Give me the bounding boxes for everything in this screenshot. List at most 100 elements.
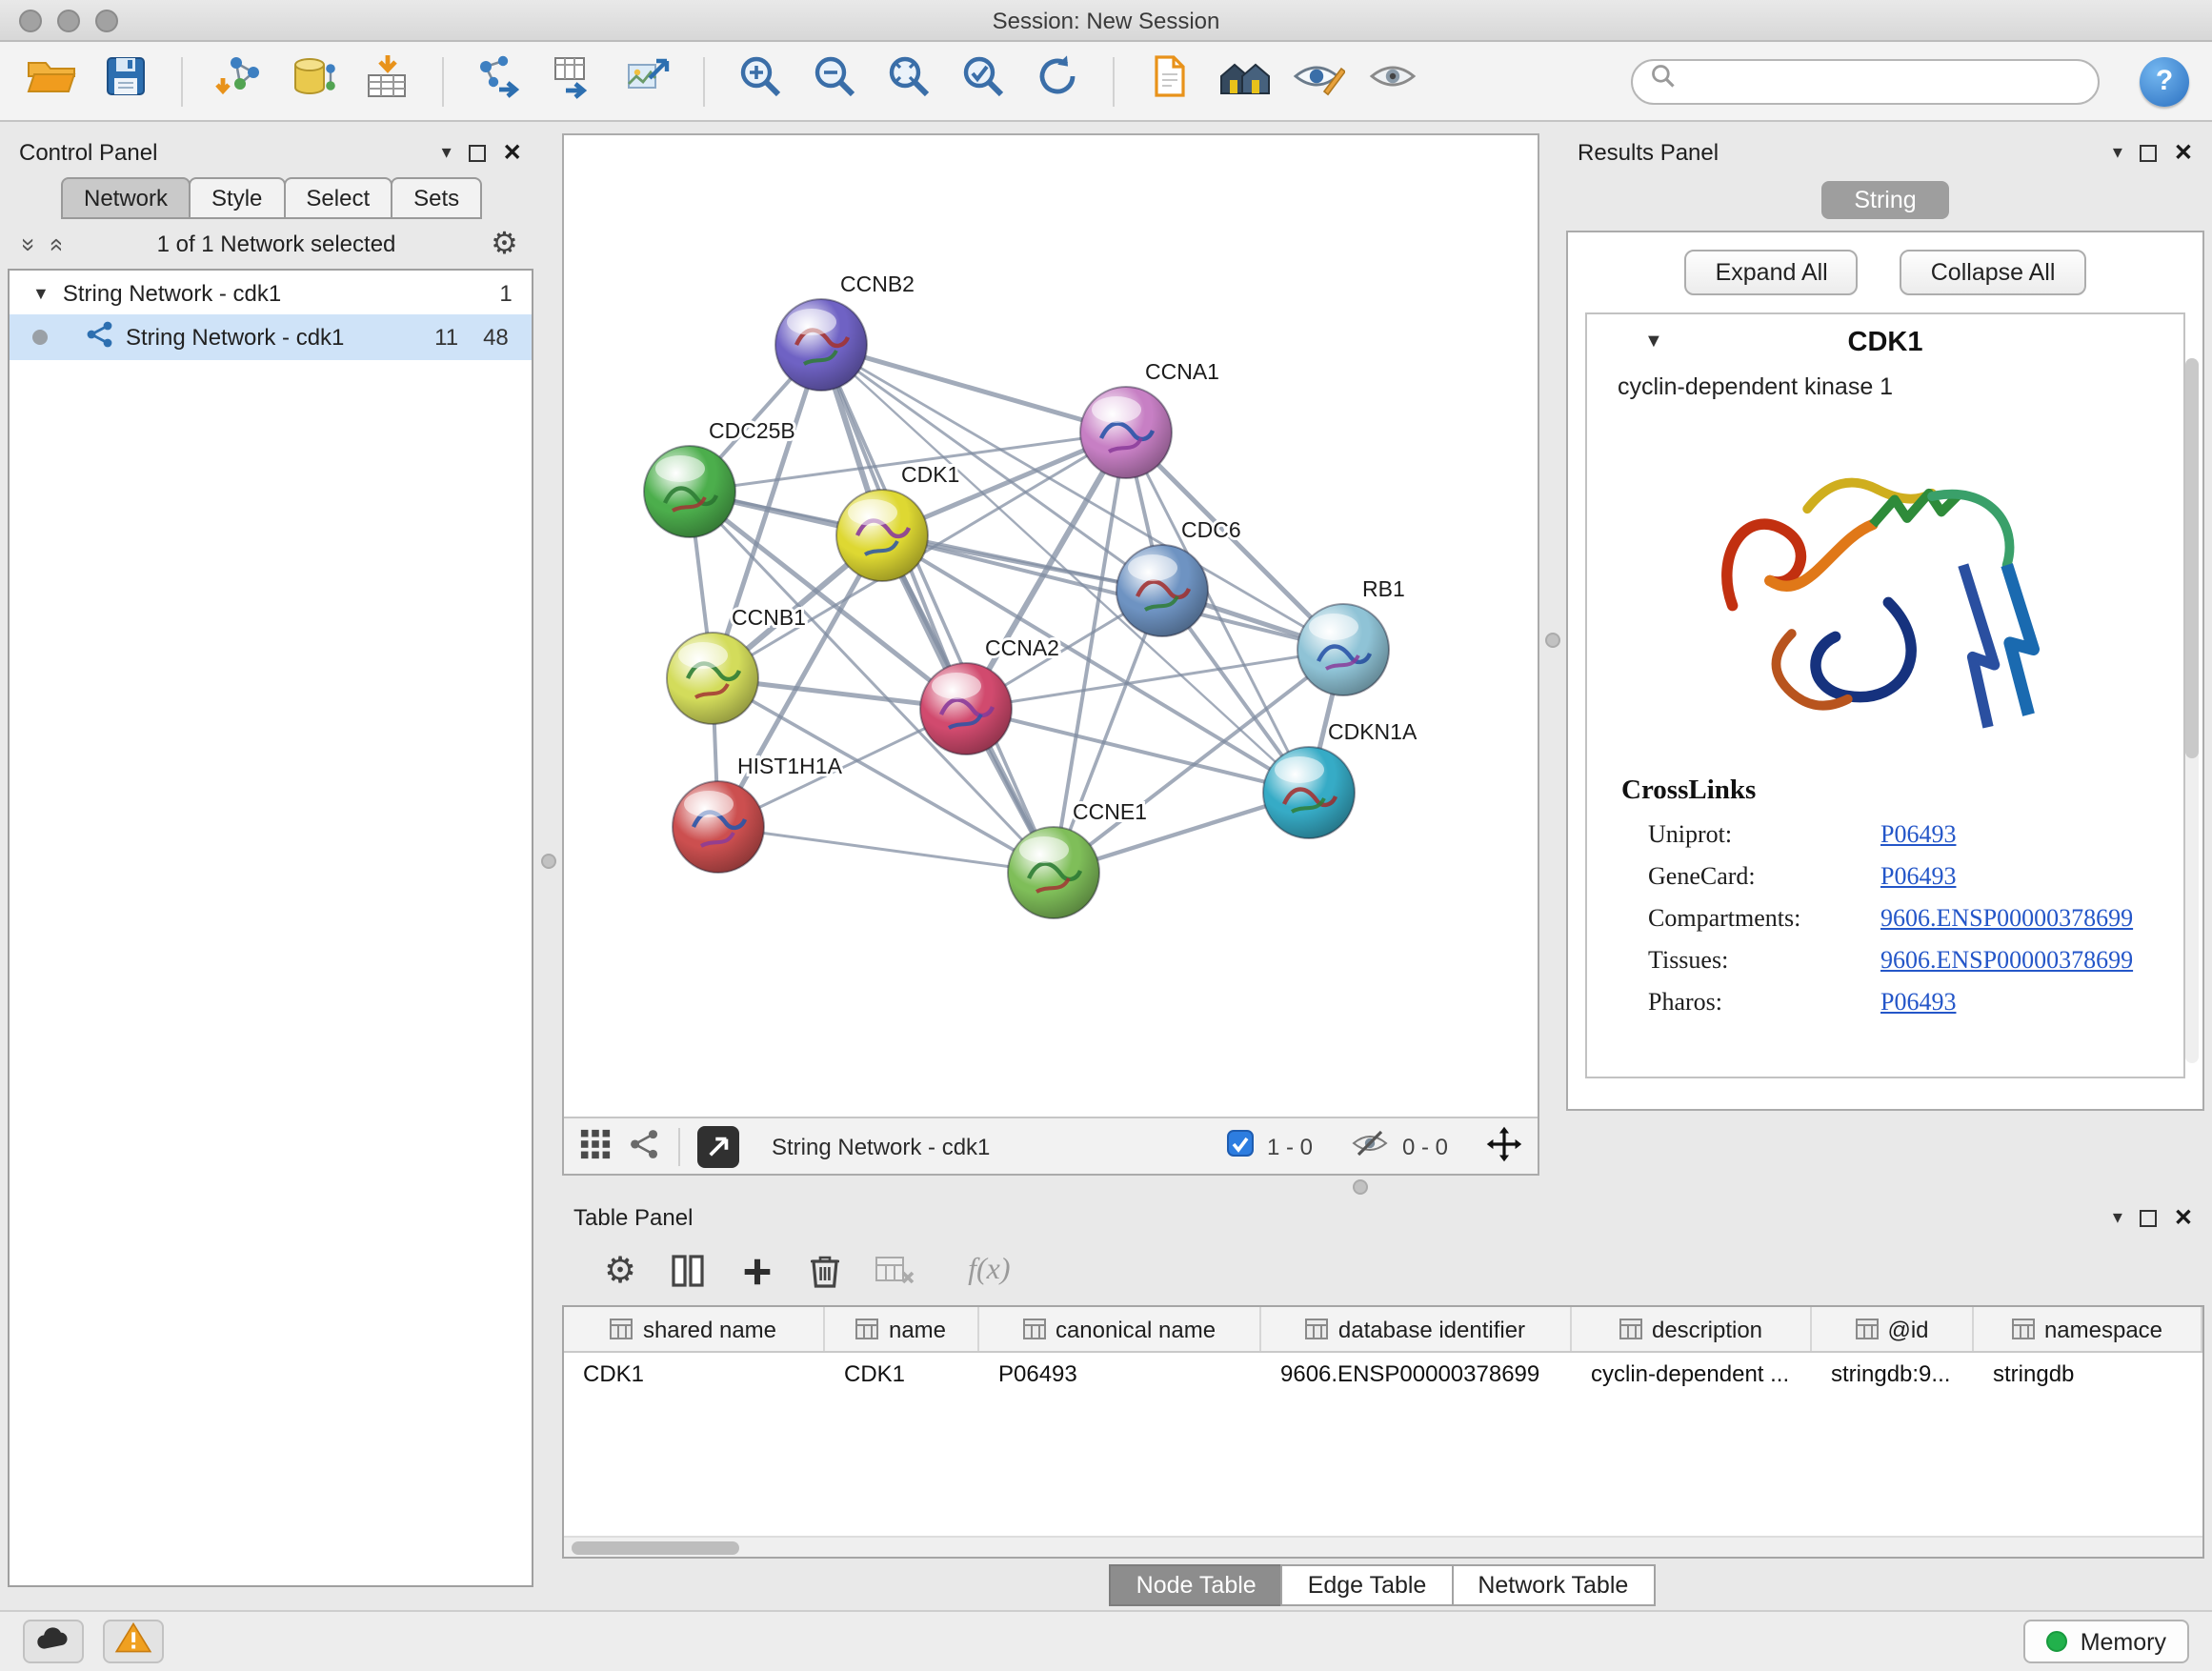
zoom-selected-button[interactable] — [955, 52, 1012, 110]
detach-view-button[interactable] — [697, 1125, 739, 1167]
zoom-window-button[interactable] — [95, 10, 118, 32]
node-label: CDKN1A — [1328, 719, 1418, 744]
close-panel-icon[interactable]: ✕ — [2174, 139, 2193, 166]
zoom-out-button[interactable] — [806, 52, 863, 110]
zoom-in-button[interactable] — [732, 52, 789, 110]
column-header-database-identifier[interactable]: database identifier — [1261, 1307, 1572, 1351]
column-header--id[interactable]: @id — [1812, 1307, 1974, 1351]
annotations-button[interactable] — [1141, 52, 1198, 110]
network-node-CDC25B[interactable] — [644, 446, 735, 537]
gene-collapse-icon[interactable]: ▼ — [1644, 332, 1663, 352]
collapse-panel-icon[interactable]: ▾ — [2113, 1207, 2122, 1228]
pan-crosshair-icon[interactable] — [1486, 1125, 1522, 1167]
table-horizontal-scrollbar[interactable] — [564, 1536, 2202, 1557]
left-splitter[interactable] — [533, 133, 562, 1610]
tab-style[interactable]: Style — [189, 177, 285, 219]
collapse-panel-icon[interactable]: ▾ — [442, 142, 452, 163]
maximize-panel-icon[interactable] — [2140, 144, 2157, 161]
results-scrollbar[interactable] — [2185, 358, 2199, 1063]
tab-select[interactable]: Select — [283, 177, 392, 219]
browser-home-button[interactable] — [1216, 52, 1273, 110]
network-node-HIST1H1A[interactable] — [673, 781, 764, 873]
collapse-all-tree-icon[interactable]: » — [43, 237, 68, 251]
warning-triangle-icon — [114, 1621, 152, 1662]
zoom-fit-button[interactable] — [880, 52, 937, 110]
import-network-database-button[interactable] — [284, 52, 341, 110]
help-button[interactable]: ? — [2140, 56, 2189, 106]
column-header-shared-name[interactable]: shared name — [564, 1307, 825, 1351]
network-collection-row[interactable]: ▼ String Network - cdk1 1 — [10, 271, 532, 314]
splitter-handle[interactable] — [1545, 633, 1560, 648]
memory-button[interactable]: Memory — [2023, 1620, 2189, 1663]
close-panel-icon[interactable]: ✕ — [2174, 1204, 2193, 1231]
table-options-gear-icon[interactable]: ⚙ — [604, 1249, 636, 1293]
column-header-name[interactable]: name — [825, 1307, 979, 1351]
column-header-description[interactable]: description — [1572, 1307, 1812, 1351]
crosslink-value-link[interactable]: P06493 — [1880, 987, 1956, 1017]
show-graphics-button[interactable] — [1364, 52, 1421, 110]
search-input[interactable] — [1688, 66, 2081, 96]
import-network-file-button[interactable] — [210, 52, 267, 110]
maximize-panel-icon[interactable] — [2140, 1209, 2157, 1226]
network-node-RB1[interactable] — [1297, 604, 1389, 695]
close-panel-icon[interactable]: ✕ — [503, 139, 522, 166]
network-node-CCNA1[interactable] — [1080, 387, 1172, 478]
tab-sets[interactable]: Sets — [391, 177, 482, 219]
collapse-all-button[interactable]: Collapse All — [1900, 250, 2086, 295]
save-session-button[interactable] — [97, 52, 154, 110]
delete-column-trash-icon[interactable] — [808, 1252, 842, 1290]
tab-network[interactable]: Network — [61, 177, 191, 219]
network-node-CCNB1[interactable] — [667, 633, 758, 724]
tab-edge-table[interactable]: Edge Table — [1281, 1563, 1454, 1605]
search-box[interactable] — [1631, 58, 2100, 104]
network-node-CCNE1[interactable] — [1008, 827, 1099, 918]
tab-network-table[interactable]: Network Table — [1451, 1563, 1655, 1605]
function-builder-icon[interactable]: f(x) — [968, 1254, 1010, 1288]
import-table-button[interactable] — [358, 52, 415, 110]
column-header-namespace[interactable]: namespace — [1974, 1307, 2202, 1351]
network-node-CDK1[interactable] — [836, 490, 928, 581]
crosslink-value-link[interactable]: P06493 — [1880, 861, 1956, 892]
crosslink-value-link[interactable]: P06493 — [1880, 819, 1956, 850]
network-item-row-selected[interactable]: String Network - cdk1 11 48 — [10, 314, 532, 360]
hidden-eye-slash-icon[interactable] — [1351, 1128, 1389, 1164]
network-node-CCNB2[interactable] — [775, 299, 867, 391]
scrollbar-thumb[interactable] — [572, 1541, 739, 1555]
table-row[interactable]: CDK1CDK1P064939606.ENSP00000378699cyclin… — [564, 1353, 2202, 1399]
network-share-view-icon[interactable] — [629, 1127, 661, 1165]
add-column-icon[interactable] — [739, 1253, 775, 1289]
network-node-CDC6[interactable] — [1116, 545, 1208, 636]
grid-view-icon[interactable] — [579, 1127, 612, 1165]
minimize-window-button[interactable] — [57, 10, 80, 32]
show-columns-icon[interactable] — [669, 1252, 707, 1290]
crosslink-value-link[interactable]: 9606.ENSP00000378699 — [1880, 903, 2133, 934]
selected-checkbox-icon[interactable] — [1227, 1130, 1254, 1162]
column-header-canonical-name[interactable]: canonical name — [979, 1307, 1261, 1351]
apply-layout-button[interactable] — [1029, 52, 1086, 110]
zoom-out-icon — [810, 51, 859, 111]
maximize-panel-icon[interactable] — [469, 144, 486, 161]
network-options-gear-icon[interactable]: ⚙ — [491, 225, 518, 263]
splitter-handle[interactable] — [541, 854, 556, 869]
expand-all-button[interactable]: Expand All — [1685, 250, 1859, 295]
network-node-CDKN1A[interactable] — [1263, 747, 1355, 838]
collection-expand-icon[interactable]: ▼ — [32, 283, 50, 302]
close-window-button[interactable] — [19, 10, 42, 32]
crosslink-value-link[interactable]: 9606.ENSP00000378699 — [1880, 945, 2133, 976]
expand-all-tree-icon[interactable]: » — [17, 237, 42, 251]
export-table-button[interactable] — [545, 52, 602, 110]
horizontal-splitter[interactable] — [562, 1176, 2204, 1198]
center-splitter[interactable] — [1539, 133, 1566, 1176]
splitter-handle[interactable] — [1353, 1179, 1368, 1195]
open-session-button[interactable] — [23, 52, 80, 110]
cloud-status-button[interactable] — [23, 1620, 84, 1663]
export-image-button[interactable] — [619, 52, 676, 110]
hide-graphics-button[interactable] — [1290, 52, 1347, 110]
results-tab-string[interactable]: String — [1821, 181, 1948, 219]
collapse-panel-icon[interactable]: ▾ — [2113, 142, 2122, 163]
network-canvas[interactable]: CCNB2CCNA1CDC25BCDK1CDC6RB1CCNB1CCNA2CDK… — [564, 135, 1538, 1117]
warnings-button[interactable] — [103, 1620, 164, 1663]
network-node-CCNA2[interactable] — [920, 663, 1012, 755]
tab-node-table[interactable]: Node Table — [1110, 1563, 1283, 1605]
export-network-button[interactable] — [471, 52, 528, 110]
